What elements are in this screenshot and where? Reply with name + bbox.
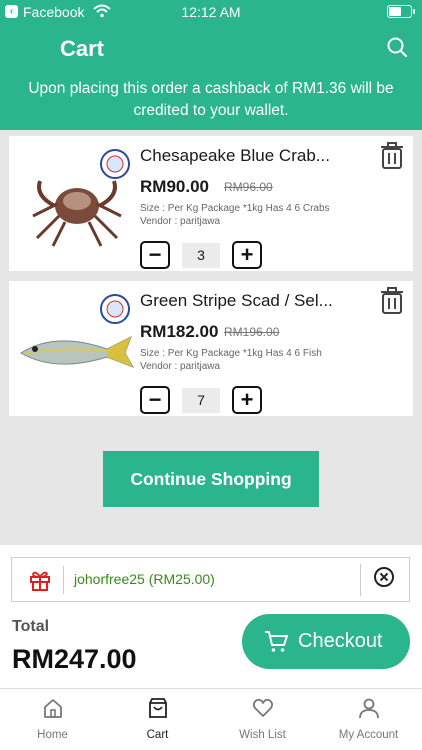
product-vendor: Vendor : paritjawa: [140, 216, 221, 227]
cart-icon: [265, 631, 288, 652]
quantity-value: 3: [182, 243, 220, 268]
tab-my-account[interactable]: My Account: [316, 689, 421, 750]
increase-quantity-button[interactable]: +: [232, 386, 262, 414]
bag-icon: [149, 698, 167, 718]
product-old-price: RM96.00: [224, 180, 273, 194]
remove-coupon-icon[interactable]: [373, 566, 395, 588]
page-title: Cart: [60, 36, 105, 61]
product-price: RM90.00: [140, 177, 209, 196]
checkout-label: Checkout: [298, 630, 383, 652]
clock: 12:12 AM: [181, 4, 241, 20]
battery-icon: [387, 5, 415, 18]
user-icon: [359, 698, 379, 719]
cart-item: Green Stripe Scad / Sel... RM182.00 RM19…: [9, 281, 413, 416]
crab-product-image[interactable]: [15, 146, 137, 261]
checkout-button[interactable]: Checkout: [242, 614, 410, 669]
total-label: Total: [12, 618, 50, 635]
product-vendor: Vendor : paritjawa: [140, 361, 221, 372]
increase-quantity-button[interactable]: +: [232, 241, 262, 269]
divider: [360, 564, 361, 596]
heart-icon: [252, 698, 274, 717]
continue-shopping-button[interactable]: Continue Shopping: [103, 451, 319, 507]
tab-label: Wish List: [239, 729, 286, 741]
cashback-notice: Upon placing this order a cashback of RM…: [28, 80, 394, 119]
home-icon: [44, 699, 62, 718]
product-size: Size : Per Kg Package *1kg Has 4 6 Crabs: [140, 203, 330, 214]
tab-cart[interactable]: Cart: [105, 689, 210, 750]
applied-coupon: johorfree25 (RM25.00): [11, 557, 410, 602]
divider: [63, 566, 64, 594]
decrease-quantity-button[interactable]: −: [140, 241, 170, 269]
tab-label: My Account: [338, 729, 399, 741]
product-old-price: RM196.00: [224, 325, 280, 339]
tab-wish-list[interactable]: Wish List: [210, 689, 315, 750]
search-icon[interactable]: [386, 36, 408, 58]
decrease-quantity-button[interactable]: −: [140, 386, 170, 414]
tab-label: Cart: [146, 729, 169, 741]
tab-label: Home: [37, 729, 68, 741]
product-name[interactable]: Green Stripe Scad / Sel...: [140, 291, 352, 311]
cart-item: Chesapeake Blue Crab... RM90.00 RM96.00 …: [9, 136, 413, 271]
quantity-value: 7: [182, 388, 220, 413]
bottom-tab-bar: Home Cart Wish List My Account: [0, 688, 422, 750]
trash-icon[interactable]: [380, 142, 404, 170]
product-size: Size : Per Kg Package *1kg Has 4 6 Fish: [140, 348, 322, 359]
product-name[interactable]: Chesapeake Blue Crab...: [140, 146, 352, 166]
gift-icon: [30, 571, 50, 591]
product-price: RM182.00: [140, 322, 219, 341]
coupon-code: johorfree25 (RM25.00): [74, 571, 215, 587]
trash-icon[interactable]: [380, 287, 404, 315]
header: Cart Upon placing this order a cashback …: [0, 24, 422, 130]
status-bar: ‹ Facebook 12:12 AM: [0, 0, 422, 24]
total-value: RM247.00: [12, 644, 137, 674]
fish-product-image[interactable]: [15, 291, 137, 406]
tab-home[interactable]: Home: [0, 689, 105, 750]
